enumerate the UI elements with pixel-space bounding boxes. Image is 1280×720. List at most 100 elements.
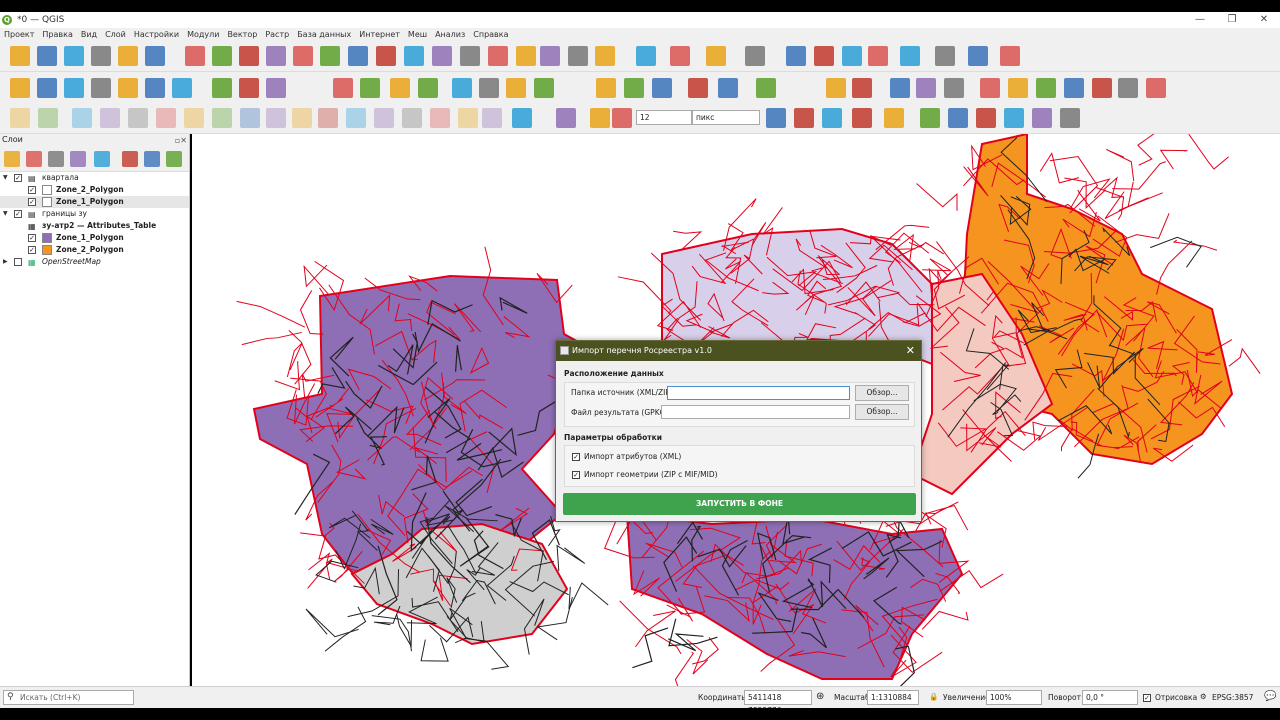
tb3-tool-icon[interactable] [976,108,996,128]
tb1-tool-icon[interactable] [266,46,286,66]
menu-settings[interactable]: Настройки [134,30,179,39]
tb1-tool-icon[interactable] [706,46,726,66]
tb3-tool-icon[interactable] [240,108,260,128]
tb1-tool-icon[interactable] [968,46,988,66]
tb2-tool-icon[interactable] [652,78,672,98]
tb1-tool-icon[interactable] [145,46,165,66]
layer-visibility-checkbox[interactable]: ✓ [14,174,22,182]
tb3-tool-icon[interactable] [100,108,120,128]
tb3-tool-icon[interactable] [920,108,940,128]
tb1-tool-icon[interactable] [842,46,862,66]
layer-item[interactable]: ✓ Zone_2_Polygon [0,184,189,196]
tb1-tool-icon[interactable] [1000,46,1020,66]
tb1-tool-icon[interactable] [568,46,588,66]
tb1-tool-icon[interactable] [670,46,690,66]
tb3-tool-icon[interactable] [292,108,312,128]
tb1-tool-icon[interactable] [488,46,508,66]
tb2-tool-icon[interactable] [1008,78,1028,98]
tb3-tool-icon[interactable] [948,108,968,128]
tb1-tool-icon[interactable] [348,46,368,66]
tb3-tool-icon[interactable] [1032,108,1052,128]
tb2-tool-icon[interactable] [360,78,380,98]
layers-tool-icon[interactable] [94,151,110,167]
tb1-tool-icon[interactable] [516,46,536,66]
layer-group[interactable]: ▼ ✓ ▤ квартала [0,172,189,184]
tb1-tool-icon[interactable] [814,46,834,66]
rotation-input[interactable]: 0,0 ° [1082,690,1138,705]
browse-result-button[interactable]: Обзор... [855,404,909,420]
menu-help[interactable]: Справка [473,30,508,39]
locator-search-input[interactable]: ⚲ Искать (Ctrl+K) [3,690,134,705]
menu-database[interactable]: База данных [297,30,351,39]
expand-arrow-icon[interactable]: ▶ [3,256,8,268]
menu-web[interactable]: Интернет [359,30,400,39]
tb2-tool-icon[interactable] [118,78,138,98]
tb3-tool-icon[interactable] [822,108,842,128]
tb1-tool-icon[interactable] [636,46,656,66]
layer-group[interactable]: ▼ ✓ ▤ границы зу [0,208,189,220]
coordinate-input[interactable]: 5411418 7822776 [744,690,812,715]
layer-item[interactable]: ✓ Zone_2_Polygon [0,244,189,256]
layers-tool-icon[interactable] [70,151,86,167]
tb2-tool-icon[interactable] [418,78,438,98]
tb1-tool-icon[interactable] [10,46,30,66]
result-file-input[interactable] [661,405,850,419]
tb3-tool-icon[interactable] [266,108,286,128]
browse-source-button[interactable]: Обзор... [855,385,909,401]
menu-project[interactable]: Проект [4,30,34,39]
tb1-tool-icon[interactable] [540,46,560,66]
toggle-extents-icon[interactable]: ⊛ [816,691,824,702]
layer-item[interactable]: ▶ ▦ OpenStreetMap [0,256,189,268]
tb3-tool-icon[interactable] [1060,108,1080,128]
tb3-tool-icon[interactable] [482,108,502,128]
tb3-tool-icon[interactable] [1004,108,1024,128]
tb3-tool-icon[interactable] [156,108,176,128]
source-folder-input[interactable] [667,386,850,400]
menu-raster[interactable]: Растр [265,30,289,39]
import-geometry-checkbox[interactable]: ✓ [572,471,580,479]
tb2-tool-icon[interactable] [452,78,472,98]
layer-visibility-checkbox[interactable]: ✓ [28,246,36,254]
tb1-tool-icon[interactable] [185,46,205,66]
tb3-tool-icon[interactable] [38,108,58,128]
tb2-tool-icon[interactable] [266,78,286,98]
tb1-tool-icon[interactable] [786,46,806,66]
tb2-tool-icon[interactable] [944,78,964,98]
tb1-tool-icon[interactable] [320,46,340,66]
expand-arrow-icon[interactable]: ▼ [3,172,8,184]
tb3-tool-icon[interactable] [402,108,422,128]
snapping-unit-select[interactable]: пикс [692,110,760,125]
tb1-tool-icon[interactable] [935,46,955,66]
layer-visibility-checkbox[interactable]: ✓ [28,198,36,206]
tb2-tool-icon[interactable] [1064,78,1084,98]
menu-plugins[interactable]: Модули [187,30,219,39]
tb2-tool-icon[interactable] [1146,78,1166,98]
tb2-tool-icon[interactable] [37,78,57,98]
menu-analysis[interactable]: Анализ [435,30,465,39]
tb1-tool-icon[interactable] [900,46,920,66]
tb1-tool-icon[interactable] [212,46,232,66]
layers-tool-icon[interactable] [166,151,182,167]
tb1-tool-icon[interactable] [432,46,452,66]
tb1-tool-icon[interactable] [293,46,313,66]
tb1-tool-icon[interactable] [91,46,111,66]
tb2-tool-icon[interactable] [145,78,165,98]
tb1-tool-icon[interactable] [460,46,480,66]
tb2-tool-icon[interactable] [506,78,526,98]
layer-visibility-checkbox[interactable]: ✓ [28,186,36,194]
tb3-tool-icon[interactable] [374,108,394,128]
menu-vector[interactable]: Вектор [227,30,257,39]
tb3-tool-icon[interactable] [318,108,338,128]
tb3-tool-icon[interactable] [184,108,204,128]
scale-input[interactable]: 1:1310884 [867,690,919,705]
tb3-tool-icon[interactable] [590,108,610,128]
tb2-tool-icon[interactable] [479,78,499,98]
layer-item[interactable]: ✓ Zone_1_Polygon [0,196,189,208]
layers-tool-icon[interactable] [26,151,42,167]
menu-edit[interactable]: Правка [42,30,72,39]
dialog-close-button[interactable]: ✕ [906,341,915,361]
tb2-tool-icon[interactable] [239,78,259,98]
tb3-tool-icon[interactable] [794,108,814,128]
tb2-tool-icon[interactable] [890,78,910,98]
layer-item[interactable]: ✓ Zone_1_Polygon [0,232,189,244]
